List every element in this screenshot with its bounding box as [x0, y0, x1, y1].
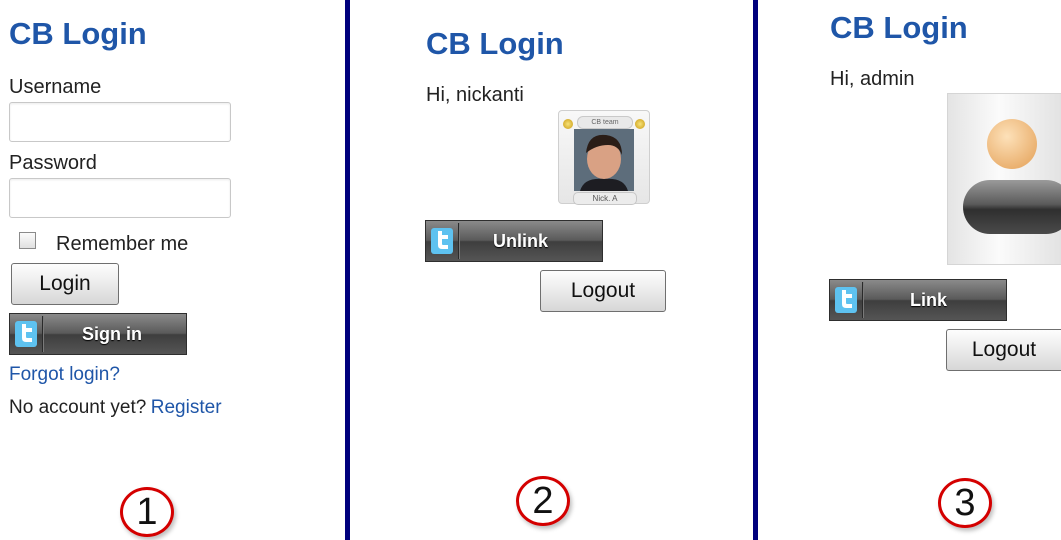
avatar-caption: Nick. A	[573, 192, 637, 205]
panel-title: CB Login	[426, 26, 564, 61]
user-avatar[interactable]: CB team Nick. A	[558, 110, 650, 205]
button-separator	[42, 316, 43, 352]
step-number-badge: 2	[516, 476, 570, 526]
forgot-login-link[interactable]: Forgot login?	[9, 364, 120, 386]
default-avatar[interactable]	[947, 93, 1061, 265]
logout-button[interactable]: Logout	[540, 270, 666, 312]
username-input[interactable]	[9, 102, 231, 142]
twitter-link-label: Link	[910, 290, 948, 310]
step-number-badge: 3	[938, 478, 992, 528]
panel-title: CB Login	[830, 10, 968, 45]
twitter-unlink-label: Unlink	[493, 231, 549, 251]
password-input[interactable]	[9, 178, 231, 218]
step-number-badge: 1	[120, 487, 174, 537]
twitter-signin-button[interactable]: Sign in	[9, 313, 187, 355]
register-line: No account yet? Register	[9, 397, 222, 419]
pin-icon	[563, 119, 573, 129]
twitter-signin-label: Sign in	[82, 324, 142, 344]
panel-divider	[345, 0, 350, 540]
pin-icon	[635, 119, 645, 129]
logout-button[interactable]: Logout	[946, 329, 1061, 371]
user-photo	[574, 129, 634, 191]
twitter-icon	[431, 228, 453, 254]
password-label: Password	[9, 152, 97, 174]
panel-title: CB Login	[9, 16, 147, 51]
no-account-text: No account yet?	[9, 397, 147, 418]
remember-me-checkbox[interactable]	[19, 232, 36, 249]
twitter-icon	[15, 321, 37, 347]
button-separator	[862, 282, 863, 318]
avatar-top-caption: CB team	[577, 116, 633, 129]
greeting-text: Hi, nickanti	[426, 84, 524, 106]
twitter-link-button[interactable]: Link	[829, 279, 1007, 321]
button-separator	[458, 223, 459, 259]
username-label: Username	[9, 76, 102, 98]
remember-me-label: Remember me	[56, 233, 189, 255]
login-button[interactable]: Login	[11, 263, 119, 305]
panel-divider	[753, 0, 758, 540]
register-link[interactable]: Register	[151, 397, 222, 418]
twitter-icon	[835, 287, 857, 313]
twitter-unlink-button[interactable]: Unlink	[425, 220, 603, 262]
user-silhouette-icon	[963, 119, 1061, 234]
greeting-text: Hi, admin	[830, 68, 915, 90]
